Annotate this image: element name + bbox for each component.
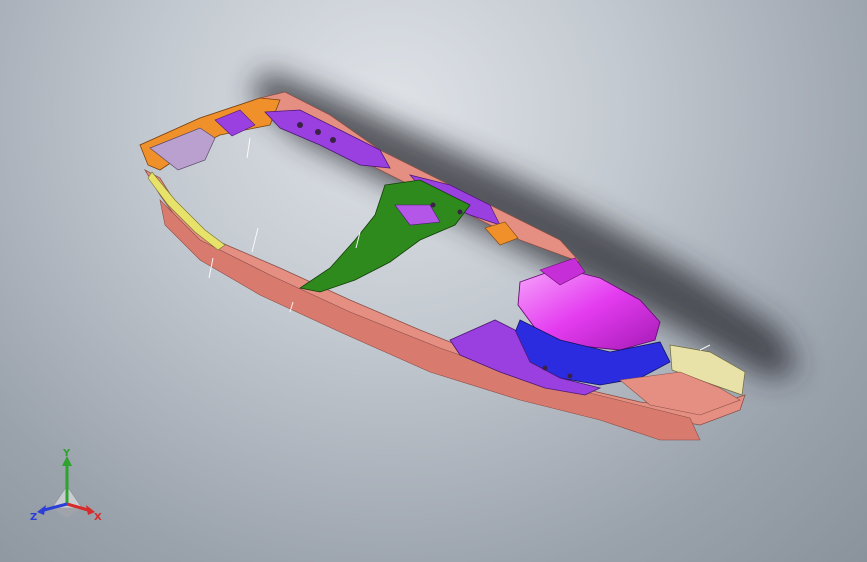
z-axis-label: Z: [30, 512, 37, 523]
center-cross-member-green: [298, 179, 471, 293]
y-axis-label: Y: [62, 448, 71, 459]
x-axis-label: X: [94, 512, 102, 523]
cad-model-viewport[interactable]: [0, 0, 867, 562]
z-axis-arrow-icon: [37, 505, 46, 515]
left-bracket-orange: [139, 97, 281, 171]
orientation-triad[interactable]: Y X Z: [22, 446, 112, 526]
